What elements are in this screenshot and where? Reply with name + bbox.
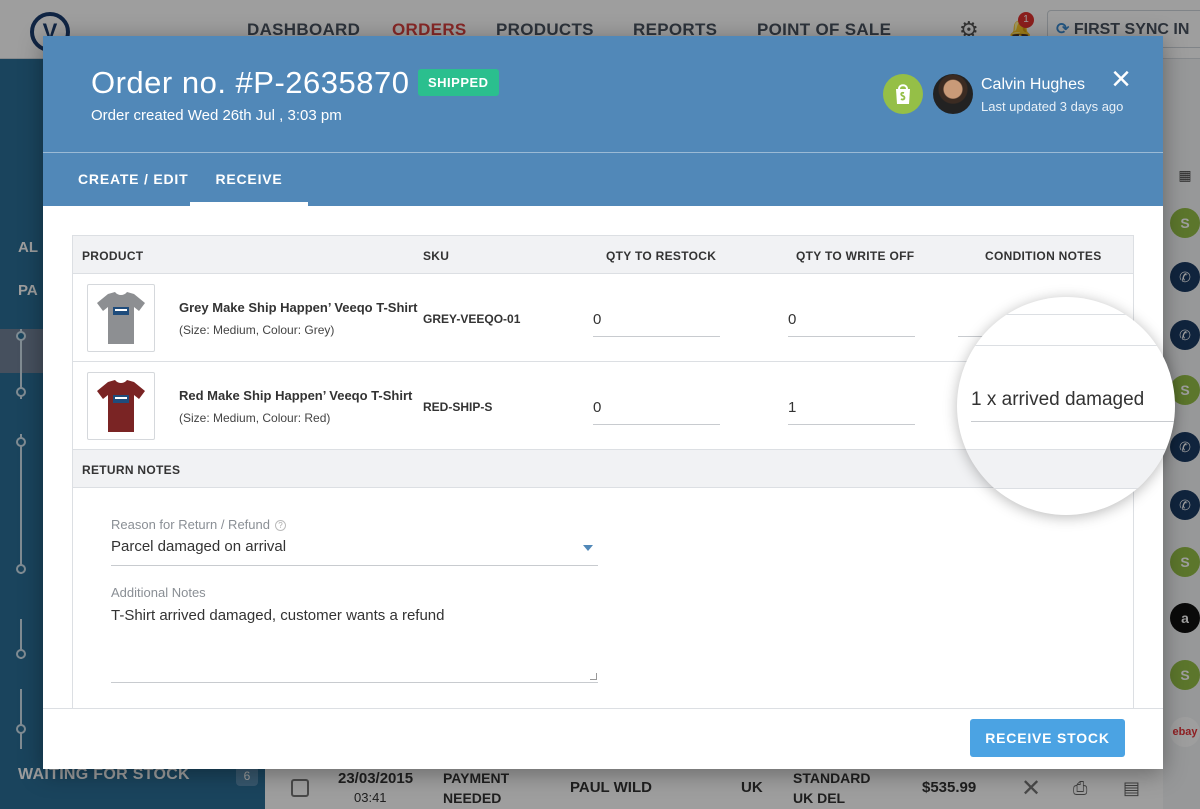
- reason-label-text: Reason for Return / Refund: [111, 517, 270, 532]
- col-sku: SKU: [423, 249, 450, 263]
- last-updated: Last updated 3 days ago: [981, 99, 1124, 114]
- header-divider: [43, 152, 1163, 153]
- product-sku: RED-SHIP-S: [423, 400, 493, 414]
- additional-notes-value: T-Shirt arrived damaged, customer wants …: [111, 607, 445, 624]
- product-thumbnail: [87, 372, 155, 440]
- tab-create-edit[interactable]: CREATE / EDIT: [78, 163, 188, 206]
- product-variant: (Size: Medium, Colour: Red): [179, 411, 331, 425]
- product-sku: GREY-VEEQO-01: [423, 312, 521, 326]
- order-created-date: Order created Wed 26th Jul , 3:03 pm: [91, 107, 342, 124]
- magnified-row-line: [957, 314, 1175, 315]
- tshirt-shape: [97, 292, 145, 344]
- col-qty-restock: QTY TO RESTOCK: [606, 249, 717, 263]
- additional-notes-textarea[interactable]: T-Shirt arrived damaged, customer wants …: [111, 605, 598, 683]
- avatar: [933, 74, 973, 114]
- status-badge: SHIPPED: [418, 69, 499, 96]
- product-name: Grey Make Ship Happen’ Veeqo T-Shirt: [179, 300, 418, 315]
- qty-write-off-input[interactable]: 0: [788, 299, 915, 337]
- tshirt-shape: [97, 380, 145, 432]
- product-variant: (Size: Medium, Colour: Grey): [179, 323, 335, 337]
- qty-write-off-input[interactable]: 1: [788, 387, 915, 425]
- product-name: Red Make Ship Happen’ Veeqo T-Shirt: [179, 388, 413, 403]
- additional-notes-label: Additional Notes: [111, 585, 206, 600]
- qty-restock-input[interactable]: 0: [593, 387, 720, 425]
- tab-receive[interactable]: RECEIVE: [190, 163, 308, 206]
- chevron-down-icon: [583, 545, 593, 551]
- modal-header: Order no. #P-2635870 SHIPPED Order creat…: [43, 36, 1163, 206]
- product-thumbnail: [87, 284, 155, 352]
- order-title: Order no. #P-2635870: [91, 65, 410, 100]
- col-condition-notes: CONDITION NOTES: [985, 249, 1102, 263]
- reason-value: Parcel damaged on arrival: [111, 538, 287, 555]
- col-product: PRODUCT: [82, 249, 144, 263]
- magnified-header-band: [957, 449, 1175, 489]
- magnified-input-underline: [971, 421, 1175, 422]
- receive-stock-button[interactable]: RECEIVE STOCK: [970, 719, 1125, 757]
- resize-handle-icon[interactable]: [590, 673, 597, 680]
- return-notes-heading: RETURN NOTES: [82, 463, 181, 477]
- close-icon[interactable]: ×: [1106, 62, 1136, 96]
- magnifier-callout: 1 x arrived damaged: [957, 297, 1175, 515]
- help-icon[interactable]: ?: [274, 520, 286, 531]
- reason-select[interactable]: Parcel damaged on arrival: [111, 531, 598, 566]
- condition-notes-value[interactable]: 1 x arrived damaged: [971, 389, 1144, 411]
- qty-restock-input[interactable]: 0: [593, 299, 720, 337]
- user-name: Calvin Hughes: [981, 76, 1086, 93]
- shopify-icon: [883, 74, 923, 114]
- receive-table: PRODUCT SKU QTY TO RESTOCK QTY TO WRITE …: [72, 235, 1134, 769]
- magnified-row-divider: [957, 345, 1175, 346]
- reason-label: Reason for Return / Refund?: [111, 517, 286, 532]
- table-header: PRODUCT SKU QTY TO RESTOCK QTY TO WRITE …: [73, 236, 1133, 274]
- col-qty-write-off: QTY TO WRITE OFF: [796, 249, 915, 263]
